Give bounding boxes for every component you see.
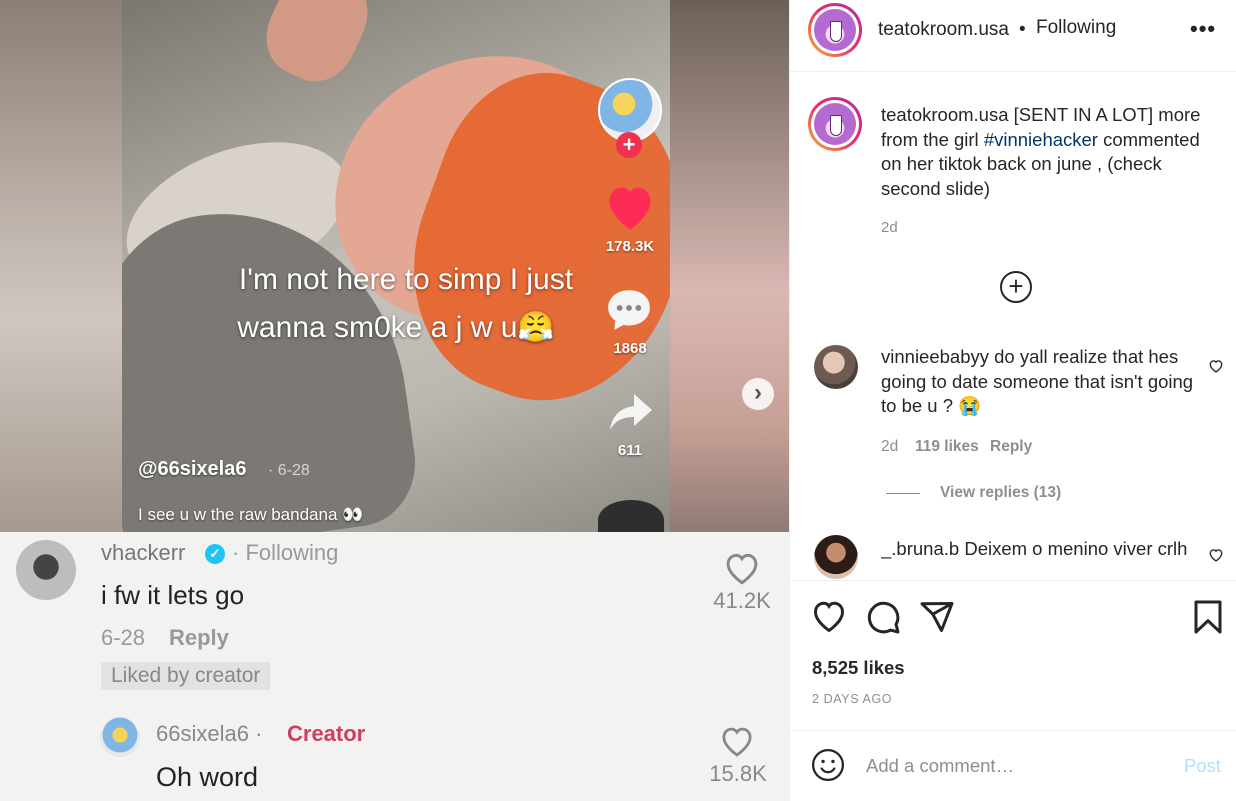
tiktok-comment-text: i fw it lets go xyxy=(101,580,245,610)
emoji-icon[interactable] xyxy=(811,748,845,782)
video-caption-line2: wanna sm0ke a j w u😤 xyxy=(237,311,555,344)
video-caption-line1: I'm not here to simp I just xyxy=(238,263,574,296)
caption-author-avatar[interactable] xyxy=(808,97,862,151)
tiktok-comment-date: 6-28 xyxy=(101,625,146,650)
share-icon[interactable] xyxy=(919,599,955,635)
media-blur-left xyxy=(0,0,122,532)
post-media: I'm not here to simp I just wanna sm0ke … xyxy=(0,0,789,801)
comment-reply-button[interactable]: Reply xyxy=(990,438,1032,456)
tiktok-sound-disc xyxy=(598,500,664,532)
instagram-post-modal: I'm not here to simp I just wanna sm0ke … xyxy=(0,0,1236,801)
add-comment-bar: Post xyxy=(790,730,1236,801)
tiktok-comment-count: 1868 xyxy=(613,340,647,357)
media-blur-right xyxy=(670,0,789,532)
tiktok-follow-status: · Following xyxy=(232,540,339,565)
tiktok-screenshot: I'm not here to simp I just wanna sm0ke … xyxy=(122,0,670,532)
commenter-avatar[interactable] xyxy=(814,345,858,389)
tiktok-reply-heart-icon xyxy=(722,727,752,757)
caption-username[interactable]: teatokroom.usa xyxy=(881,104,1009,125)
creator-label: Creator xyxy=(287,721,366,746)
bookmark-icon[interactable] xyxy=(1190,599,1226,635)
post-comment-button[interactable]: Post xyxy=(1184,755,1221,777)
photo-hand xyxy=(252,0,382,94)
tiktok-follow-plus-icon: + xyxy=(616,132,642,158)
view-replies-button[interactable]: View replies (13) xyxy=(940,484,1061,502)
tiktok-reply-likes: 15.8K xyxy=(709,761,767,786)
tiktok-comment-username: vhackerr xyxy=(101,540,186,565)
tiktok-comment-likes: 41.2K xyxy=(713,588,771,613)
next-slide-button[interactable]: › xyxy=(742,378,774,410)
tiktok-share-count: 611 xyxy=(617,442,643,459)
tiktok-reply-text: Oh word xyxy=(156,762,259,792)
tiktok-reply-username: 66sixela6 · xyxy=(156,721,263,746)
tiktok-comment-icon xyxy=(608,290,650,330)
avatar xyxy=(100,717,140,757)
author-avatar[interactable] xyxy=(808,3,862,57)
tiktok-heart-icon xyxy=(609,187,651,230)
view-replies-line xyxy=(886,493,920,494)
post-timestamp: 2 DAYS AGO xyxy=(812,692,893,706)
author-username[interactable]: teatokroom.usa xyxy=(878,19,1009,41)
comment-username[interactable]: _.bruna.b xyxy=(881,538,959,559)
header-separator: • xyxy=(1019,19,1026,40)
post-caption: teatokroom.usa [SENT IN A LOT] more from… xyxy=(881,103,1221,201)
comment-likes[interactable]: 119 likes xyxy=(915,438,979,456)
tiktok-comment-heart-icon xyxy=(726,553,758,585)
comment-heart-icon[interactable] xyxy=(1208,358,1224,374)
comment-heart-icon[interactable] xyxy=(1208,547,1224,563)
more-options-icon[interactable]: ••• xyxy=(1190,16,1216,42)
comment-icon[interactable] xyxy=(865,599,901,635)
comment-username[interactable]: vinnieebabyy xyxy=(881,346,989,367)
post-header: teatokroom.usa • Following ••• xyxy=(790,0,1236,72)
comment-text: Deixem o menino viver crlh xyxy=(959,538,1188,559)
verified-badge-icon: ✓ xyxy=(205,544,225,564)
heart-icon[interactable] xyxy=(811,599,847,635)
post-actions: 8,525 likes 2 DAYS AGO xyxy=(790,580,1236,730)
comment-body: vinnieebabyy do yall realize that hes go… xyxy=(881,345,1201,419)
liked-by-creator-badge: Liked by creator xyxy=(101,662,271,690)
tiktok-date: · 6-28 xyxy=(268,462,310,479)
load-more-comments-button[interactable]: + xyxy=(1000,271,1032,303)
tiktok-like-count: 178.3K xyxy=(605,238,655,255)
comment-body: _.bruna.b Deixem o menino viver crlh xyxy=(881,537,1201,579)
tiktok-username: @66sixela6 xyxy=(138,458,247,480)
tiktok-comment-reply: Reply xyxy=(169,625,229,650)
following-button[interactable]: Following xyxy=(1036,17,1116,39)
post-sidebar: teatokroom.usa • Following ••• teatokroo… xyxy=(789,0,1236,801)
comment-time: 2d xyxy=(881,438,899,455)
tiktok-share-icon xyxy=(610,394,652,430)
hashtag-link[interactable]: #vinniehacker xyxy=(984,129,1098,150)
tiktok-comments-screenshot: vhackerr ✓ · Following i fw it lets go 6… xyxy=(0,532,789,801)
tiktok-description: I see u w the raw bandana 👀 xyxy=(138,505,364,524)
likes-count[interactable]: 8,525 likes xyxy=(812,657,905,679)
comment-input[interactable] xyxy=(866,751,1166,781)
avatar xyxy=(16,540,76,600)
caption-time: 2d xyxy=(881,219,898,236)
commenter-avatar[interactable] xyxy=(814,535,858,579)
